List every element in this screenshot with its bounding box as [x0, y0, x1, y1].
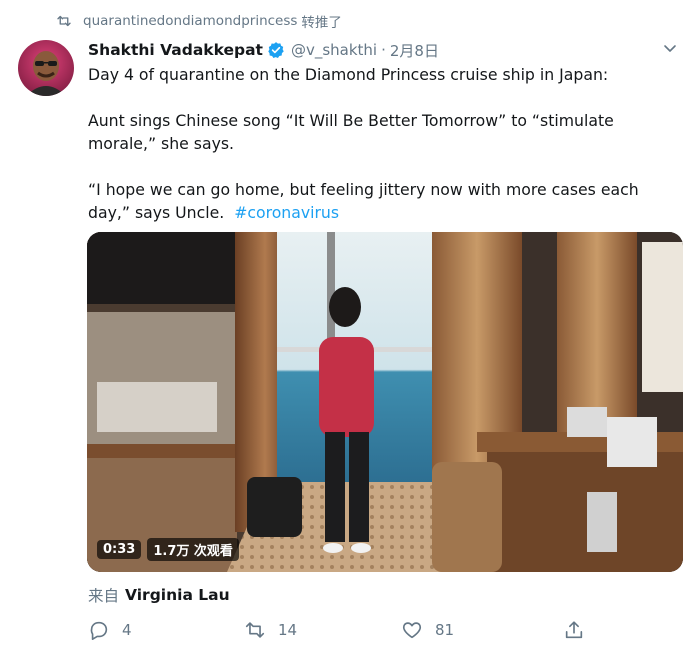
reply-count: 4 — [122, 621, 132, 639]
retweet-icon — [245, 622, 265, 638]
like-count: 81 — [435, 621, 455, 639]
reply-icon — [90, 621, 108, 640]
author-name[interactable]: Shakthi Vadakkepat — [88, 41, 263, 59]
retweet-count: 14 — [278, 621, 298, 639]
retweeter-name[interactable]: quarantinedondiamondprincess — [83, 13, 297, 29]
tweet-actions: 4 14 81 — [88, 618, 588, 642]
retweet-button[interactable]: 14 — [244, 618, 297, 642]
tweet-text: Day 4 of quarantine on the Diamond Princ… — [88, 63, 680, 224]
video-info-badge: 0:33 1.7万 次观看 — [97, 537, 245, 561]
verified-badge-icon — [268, 42, 284, 59]
tweet-line: “I hope we can go home, but feeling jitt… — [88, 180, 639, 199]
tweet-line: morale,” she says. — [88, 134, 235, 153]
attribution-user[interactable]: Virginia Lau — [125, 586, 230, 604]
hashtag-link[interactable]: #coronavirus — [234, 203, 339, 222]
video-view-count: 1.7万 次观看 — [147, 537, 239, 561]
attribution-prefix: 来自 — [88, 587, 120, 605]
avatar[interactable] — [18, 40, 74, 96]
separator-dot: · — [381, 41, 386, 59]
chevron-down-icon[interactable] — [662, 40, 678, 56]
heart-icon — [402, 622, 422, 639]
tweet-line: Aunt sings Chinese song “It Will Be Bett… — [88, 111, 614, 130]
video-thumbnail — [87, 232, 683, 572]
author-handle[interactable]: @v_shakthi — [291, 41, 377, 59]
media-attribution: 来自 Virginia Lau — [88, 584, 230, 606]
retweet-action-text: 转推了 — [301, 15, 342, 31]
reply-button[interactable]: 4 — [88, 618, 132, 642]
retweet-icon — [57, 15, 71, 27]
video-duration: 0:33 — [97, 539, 142, 559]
tweet-header: Shakthi Vadakkepat @v_shakthi · 2月8日 — [88, 38, 678, 62]
tweet-line: Day 4 of quarantine on the Diamond Princ… — [88, 65, 609, 84]
retweet-context: quarantinedondiamondprincess 转推了 — [55, 10, 342, 32]
tweet-line-with-hashtag: day,” says Uncle. #coronavirus — [88, 201, 680, 224]
video-player[interactable]: 0:33 1.7万 次观看 — [87, 232, 683, 572]
tweet-line: day,” says Uncle. — [88, 203, 225, 222]
share-icon — [565, 621, 583, 639]
share-button[interactable] — [563, 618, 597, 642]
tweet-date[interactable]: 2月8日 — [390, 40, 439, 61]
like-button[interactable]: 81 — [401, 618, 454, 642]
